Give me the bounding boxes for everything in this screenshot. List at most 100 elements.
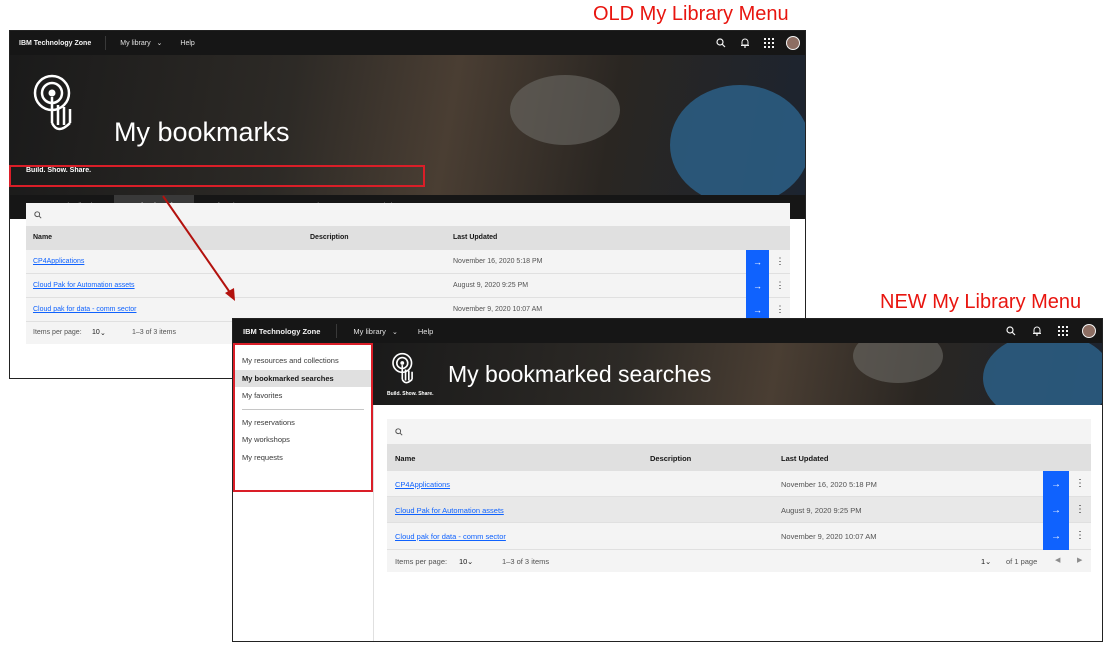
app-switcher-icon[interactable] — [1050, 326, 1076, 336]
bookmark-link[interactable]: Cloud Pak for Automation assets — [33, 282, 135, 289]
open-arrow-button[interactable]: → — [1043, 497, 1069, 523]
old-header: IBM Technology Zone My library ⌄ Help — [10, 31, 805, 55]
nav-help[interactable]: Help — [418, 327, 433, 336]
arrow-right-icon: → — [753, 257, 762, 267]
table-row: Cloud pak for data - comm sector Novembe… — [387, 523, 1091, 550]
arrow-right-icon: → — [753, 281, 762, 291]
last-updated-value: August 9, 2020 9:25 PM — [781, 506, 862, 515]
brand-product: Technology Zone — [258, 326, 321, 336]
nav-my-library[interactable]: My library ⌄ — [120, 39, 162, 47]
open-arrow-button[interactable]: → — [746, 274, 769, 298]
overflow-menu-icon[interactable]: ⋮ — [771, 256, 789, 267]
search-icon — [395, 427, 403, 436]
overflow-menu-icon[interactable]: ⋮ — [1071, 478, 1089, 489]
overflow-menu-icon[interactable]: ⋮ — [771, 280, 789, 291]
notification-icon[interactable] — [1024, 326, 1050, 336]
table-row: Cloud Pak for Automation assets August 9… — [26, 274, 790, 298]
pagination-range: 1–3 of 3 items — [132, 329, 176, 336]
column-name[interactable]: Name — [33, 234, 52, 241]
column-last-updated[interactable]: Last Updated — [781, 454, 829, 463]
page-title: My bookmarked searches — [448, 361, 712, 387]
cloud-graphic — [853, 343, 943, 383]
column-last-updated[interactable]: Last Updated — [453, 234, 497, 241]
overflow-menu-icon[interactable]: ⋮ — [1071, 530, 1089, 541]
old-brand[interactable]: IBM Technology Zone — [19, 40, 91, 47]
column-name[interactable]: Name — [395, 454, 415, 463]
open-arrow-button[interactable]: → — [746, 250, 769, 274]
open-arrow-button[interactable]: → — [1043, 523, 1069, 550]
header-divider — [105, 36, 107, 50]
nav-help[interactable]: Help — [180, 40, 194, 47]
page-count: of 1 page — [1006, 557, 1038, 566]
new-hero-banner: Build. Show. Share. My bookmarked search… — [373, 343, 1102, 405]
new-sidebar-highlight — [233, 343, 373, 492]
chevron-down-icon: ⌄ — [467, 557, 474, 566]
page-title: My bookmarks — [114, 117, 290, 147]
new-brand[interactable]: IBM Technology Zone — [243, 327, 320, 336]
bookmark-link[interactable]: Cloud Pak for Automation assets — [395, 506, 504, 515]
pagination-bar: Items per page: 10 ⌄ 1–3 of 3 items 1 ⌄ … — [387, 550, 1091, 572]
search-icon[interactable] — [709, 38, 733, 48]
arrow-right-icon: → — [1051, 531, 1061, 542]
last-updated-value: August 9, 2020 9:25 PM — [453, 282, 529, 289]
brand-tagline: Build. Show. Share. — [387, 391, 434, 397]
new-header: IBM Technology Zone My library ⌄ Help — [233, 319, 1102, 343]
bookmark-link[interactable]: CP4Applications — [395, 480, 450, 489]
chevron-down-icon: ⌄ — [100, 330, 106, 337]
old-tabs-highlight — [9, 165, 425, 187]
cloud-graphic — [983, 343, 1102, 405]
table-search-bar[interactable] — [387, 419, 1091, 445]
technology-zone-logo-icon — [33, 74, 72, 131]
notification-icon[interactable] — [733, 38, 757, 48]
search-icon — [34, 210, 42, 219]
brand-ibm: IBM — [243, 326, 257, 336]
last-updated-value: November 9, 2020 10:07 AM — [781, 532, 877, 541]
table-search-bar[interactable] — [26, 203, 790, 227]
last-updated-value: November 9, 2020 10:07 AM — [453, 306, 543, 313]
next-page-icon[interactable]: ▶ — [1077, 556, 1082, 564]
chevron-down-icon: ⌄ — [985, 557, 992, 566]
nav-my-library[interactable]: My library ⌄ — [353, 327, 397, 336]
brand-ibm: IBM — [19, 39, 32, 47]
arrow-right-icon: → — [1051, 504, 1061, 516]
items-per-page-label: Items per page: — [395, 557, 448, 566]
arrow-right-icon: → — [1051, 478, 1061, 490]
technology-zone-logo-icon — [392, 352, 413, 384]
new-menu-callout: NEW My Library Menu — [880, 291, 1082, 313]
nav-my-library-label: My library — [120, 40, 151, 47]
table-row: CP4Applications November 16, 2020 5:18 P… — [387, 471, 1091, 497]
table-row: Cloud Pak for Automation assets August 9… — [387, 497, 1091, 523]
header-divider — [336, 324, 338, 338]
last-updated-value: November 16, 2020 5:18 PM — [453, 258, 543, 265]
arrow-right-icon: → — [753, 305, 762, 315]
open-arrow-button[interactable]: → — [1043, 471, 1069, 497]
table-header: Name Description Last Updated — [387, 445, 1091, 471]
cloud-graphic — [670, 85, 805, 195]
chevron-down-icon: ⌄ — [391, 328, 398, 336]
bookmark-link[interactable]: CP4Applications — [33, 258, 84, 265]
cloud-graphic — [510, 75, 620, 145]
app-switcher-icon[interactable] — [757, 38, 781, 48]
search-icon[interactable] — [998, 326, 1024, 336]
table-header: Name Description Last Updated — [26, 227, 790, 250]
bookmark-link[interactable]: Cloud pak for data - comm sector — [33, 306, 137, 313]
column-description[interactable]: Description — [650, 454, 691, 463]
user-avatar-icon[interactable] — [1076, 324, 1102, 338]
items-per-page-label: Items per page: — [33, 329, 82, 336]
header-actions — [709, 36, 805, 50]
bookmark-link[interactable]: Cloud pak for data - comm sector — [395, 532, 506, 541]
items-per-page-value: 10 — [92, 329, 100, 336]
brand-product: Technology Zone — [33, 39, 92, 47]
old-menu-callout: OLD My Library Menu — [593, 3, 789, 25]
last-updated-value: November 16, 2020 5:18 PM — [781, 480, 877, 489]
header-actions — [998, 324, 1102, 338]
prev-page-icon[interactable]: ◀ — [1055, 556, 1060, 564]
overflow-menu-icon[interactable]: ⋮ — [771, 304, 789, 315]
column-description[interactable]: Description — [310, 234, 349, 241]
overflow-menu-icon[interactable]: ⋮ — [1071, 504, 1089, 515]
user-avatar-icon[interactable] — [781, 36, 805, 50]
nav-my-library-label: My library — [353, 326, 386, 336]
pagination-range: 1–3 of 3 items — [502, 557, 550, 566]
table-row: CP4Applications November 16, 2020 5:18 P… — [26, 250, 790, 274]
transition-arrow-icon — [162, 195, 235, 301]
